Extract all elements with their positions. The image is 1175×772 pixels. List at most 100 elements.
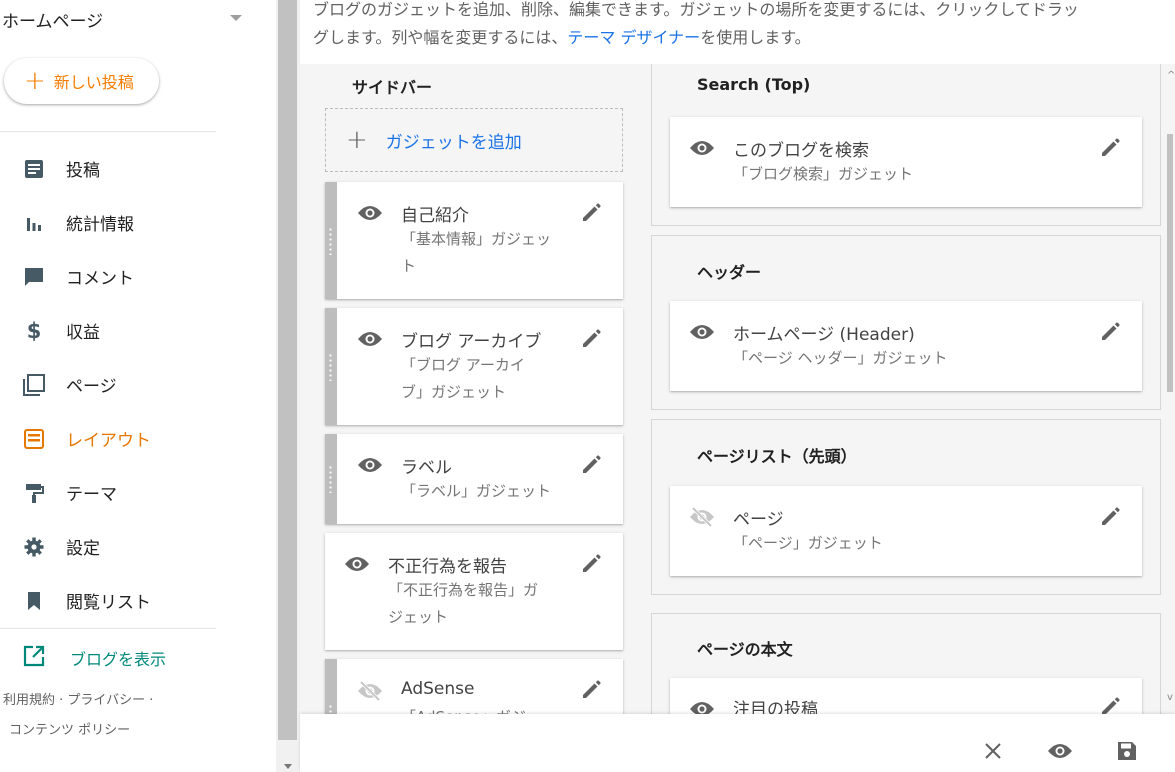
gadget-subtitle: 「ページ」ガジェット: [733, 534, 883, 552]
gadget-title: 不正行為を報告: [388, 557, 507, 577]
gadget-labels[interactable]: ラベル 「ラベル」ガジェット: [325, 434, 623, 524]
drag-handle[interactable]: [325, 434, 337, 524]
nav-item-pages[interactable]: ページ: [0, 364, 260, 404]
eye-icon[interactable]: [357, 330, 383, 348]
eye-off-icon[interactable]: [357, 680, 383, 702]
nav-item-earnings[interactable]: $ 収益: [0, 310, 260, 350]
open-external-icon: [22, 644, 46, 672]
desc-text: グします。列や幅を変更するには、: [313, 28, 568, 47]
preview-button[interactable]: [1047, 738, 1073, 764]
section-title: ヘッダー: [697, 263, 762, 282]
theme-designer-link[interactable]: テーマ デザイナー: [567, 28, 700, 47]
close-button[interactable]: [980, 738, 1006, 764]
layout-canvas: サイドバー + ガジェットを追加 自己紹介 「基本情報」ガジェッ ト ブログ ア…: [300, 64, 1175, 714]
gadget-subtitle: 「基本情報」ガジェッ: [401, 230, 552, 248]
gadget-subtitle: 「ラベル」ガジェット: [401, 482, 552, 500]
bookmark-icon: [22, 589, 46, 613]
drag-handle[interactable]: [325, 182, 337, 299]
nav-item-layout[interactable]: レイアウト: [0, 418, 260, 458]
gadget-blog-search[interactable]: このブログを検索 「ブログ検索」ガジェット: [670, 117, 1142, 207]
paint-roller-icon: [22, 481, 46, 505]
edit-pencil-icon[interactable]: [580, 202, 602, 224]
scroll-down-icon[interactable]: [284, 764, 292, 769]
section-title: ページリスト（先頭）: [697, 447, 857, 466]
eye-icon[interactable]: [689, 323, 715, 341]
gadget-title: ラベル: [401, 458, 452, 478]
edit-pencil-icon[interactable]: [580, 679, 602, 701]
gadget-subtitle: 「AdSense」ガジェ: [401, 704, 541, 714]
section-title: Search (Top): [697, 75, 811, 94]
divider: [0, 628, 216, 629]
gadget-report-abuse[interactable]: 不正行為を報告 「不正行為を報告」ガ ジェット: [325, 533, 623, 650]
save-button[interactable]: [1114, 738, 1140, 764]
eye-icon[interactable]: [357, 456, 383, 474]
scroll-up-icon[interactable]: ^: [1167, 70, 1175, 81]
nav-label: 設定: [66, 538, 100, 559]
gadget-profile[interactable]: 自己紹介 「基本情報」ガジェッ ト: [325, 182, 623, 299]
gadget-blog-archive[interactable]: ブログ アーカイブ 「ブログ アーカイ ブ」ガジェット: [325, 308, 623, 425]
nav-item-stats[interactable]: 統計情報: [0, 202, 260, 242]
gadget-featured-post[interactable]: 注目の投稿: [670, 678, 1142, 714]
drag-handle[interactable]: [325, 308, 337, 425]
gadget-title: 注目の投稿: [733, 700, 818, 714]
footer-content-policy[interactable]: コンテンツ ポリシー: [3, 716, 203, 746]
footer-terms-privacy[interactable]: 利用規約 · プライバシー ·: [3, 686, 203, 716]
gadget-subtitle: 「ページ ヘッダー」ガジェット: [733, 349, 948, 367]
view-blog-label: ブログを表示: [70, 650, 167, 669]
nav-label: 統計情報: [66, 214, 134, 235]
sidebar-scrollbar[interactable]: [276, 0, 300, 772]
nav-label: ページ: [66, 376, 117, 397]
gadget-title: AdSense: [401, 679, 475, 699]
posts-icon: [22, 157, 46, 181]
edit-pencil-icon[interactable]: [580, 328, 602, 350]
gadget-title: ホームページ (Header): [733, 325, 915, 345]
layout-icon: [22, 427, 46, 451]
edit-pencil-icon[interactable]: [1099, 137, 1121, 159]
section-header: ヘッダー ホームページ (Header) 「ページ ヘッダー」ガジェット: [651, 235, 1161, 410]
nav-item-theme[interactable]: テーマ: [0, 472, 260, 512]
section-page-body: ページの本文 注目の投稿: [651, 613, 1161, 714]
add-gadget-label: ガジェットを追加: [385, 132, 522, 153]
save-icon: [1118, 742, 1136, 760]
nav-item-reading-list[interactable]: 閲覧リスト: [0, 580, 260, 620]
layout-action-bar: [300, 714, 1175, 772]
gadget-pages[interactable]: ページ 「ページ」ガジェット: [670, 486, 1142, 576]
eye-icon[interactable]: [357, 204, 383, 222]
blog-selector[interactable]: ホームページ: [0, 0, 256, 38]
section-page-list: ページリスト（先頭） ページ 「ページ」ガジェット: [651, 419, 1161, 595]
nav-item-posts[interactable]: 投稿: [0, 148, 260, 188]
gadget-page-header[interactable]: ホームページ (Header) 「ページ ヘッダー」ガジェット: [670, 301, 1142, 391]
nav-item-comments[interactable]: コメント: [0, 256, 260, 296]
edit-pencil-icon[interactable]: [1099, 506, 1121, 528]
pages-icon: [22, 373, 46, 397]
plus-icon: +: [24, 66, 46, 96]
new-post-button[interactable]: + 新しい投稿: [4, 58, 159, 104]
eye-icon[interactable]: [344, 555, 370, 573]
gadget-subtitle: 「不正行為を報告」ガ: [388, 581, 539, 599]
edit-pencil-icon[interactable]: [580, 553, 602, 575]
new-post-label: 新しい投稿: [53, 73, 134, 92]
gadget-adsense[interactable]: AdSense 「AdSense」ガジェ: [325, 659, 623, 714]
gadget-title: このブログを検索: [733, 141, 869, 161]
add-gadget-button[interactable]: + ガジェットを追加: [325, 108, 623, 172]
view-blog-link[interactable]: ブログを表示: [0, 638, 220, 674]
scroll-down-icon[interactable]: v: [1167, 692, 1173, 703]
left-sidebar: ホームページ + 新しい投稿 投稿 統計情報 コメント $ 収益 ページ レイア…: [0, 0, 276, 772]
canvas-scrollbar[interactable]: ^ v: [1166, 64, 1175, 714]
eye-off-icon[interactable]: [689, 506, 715, 528]
scrollbar-thumb[interactable]: [1167, 134, 1173, 392]
sidebar-section-title: サイドバー: [352, 78, 433, 97]
edit-pencil-icon[interactable]: [580, 454, 602, 476]
plus-icon: +: [346, 125, 368, 155]
eye-icon[interactable]: [689, 139, 715, 157]
drag-handle[interactable]: [325, 659, 337, 714]
scrollbar-thumb[interactable]: [278, 0, 297, 740]
gadget-subtitle: ブ」ガジェット: [401, 383, 507, 401]
comment-icon: [22, 265, 46, 289]
edit-pencil-icon[interactable]: [1099, 696, 1121, 714]
eye-icon[interactable]: [689, 700, 715, 714]
footer-links: 利用規約 · プライバシー · コンテンツ ポリシー: [3, 686, 203, 746]
nav-label: 閲覧リスト: [66, 592, 151, 613]
nav-item-settings[interactable]: 設定: [0, 526, 260, 566]
edit-pencil-icon[interactable]: [1099, 321, 1121, 343]
